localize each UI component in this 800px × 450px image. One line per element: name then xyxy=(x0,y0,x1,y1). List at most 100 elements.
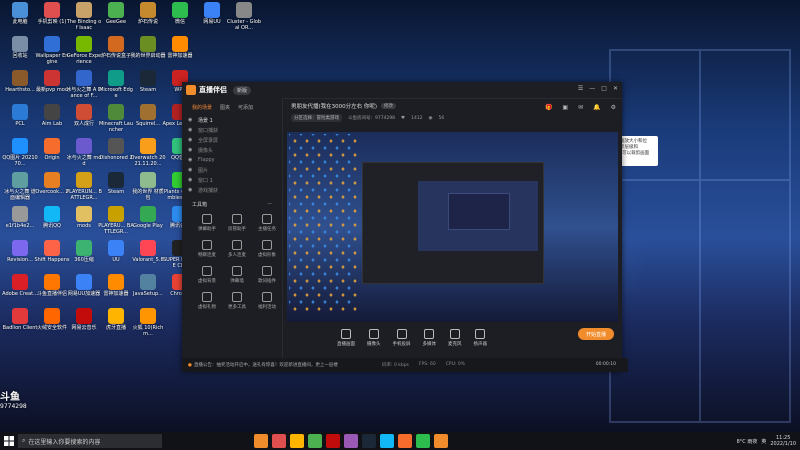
tool-button[interactable]: 虚拟背景 xyxy=(192,266,222,284)
desktop-icon[interactable]: 火狐 10(Richm... xyxy=(130,308,166,337)
minimize-icon[interactable]: — xyxy=(589,85,595,92)
visibility-icon[interactable]: ◉ xyxy=(188,117,194,123)
desktop-icon[interactable]: Cluster - Global OR... xyxy=(226,2,262,31)
desktop-icon[interactable]: PLAYERU... BATTLEGR... xyxy=(98,206,134,235)
visibility-icon[interactable]: ◉ xyxy=(188,187,194,193)
tool-button[interactable]: 更多工具 xyxy=(222,292,252,310)
tool-button[interactable]: 弹幕助手 xyxy=(192,214,222,232)
tool-button[interactable]: 福利活动 xyxy=(252,292,282,310)
source-control-button[interactable]: 摄像头 xyxy=(367,329,381,347)
close-icon[interactable]: ✕ xyxy=(613,85,618,92)
tool-button[interactable]: 多人连麦 xyxy=(222,240,252,258)
taskbar-app-icon[interactable] xyxy=(434,434,448,448)
desktop-icon[interactable]: 最新pvp mod xyxy=(34,70,70,93)
desktop-icon[interactable]: 网易UU加速器 xyxy=(66,274,102,297)
tab-addable[interactable]: 可添加 xyxy=(238,104,253,111)
desktop-icon[interactable]: Overwatch 2021.11.20... xyxy=(130,138,166,167)
maximize-icon[interactable]: □ xyxy=(601,85,607,92)
desktop-icon[interactable]: GeForce Experience xyxy=(66,36,102,65)
desktop-icon[interactable]: Steam xyxy=(130,70,166,93)
scene-item[interactable]: ◉ 窗口 1 xyxy=(188,175,276,185)
tab-my-scenes[interactable]: 我的场景 xyxy=(192,104,212,111)
desktop-icon[interactable]: Origin xyxy=(34,138,70,161)
tool-button[interactable]: 畅聊连麦 xyxy=(192,240,222,258)
desktop-icon[interactable]: Squirrel... xyxy=(130,104,166,127)
visibility-icon[interactable]: ◉ xyxy=(188,147,194,153)
desktop-icon[interactable]: Valorant_5.8 xyxy=(130,240,166,263)
desktop-icon[interactable]: Minecraft Launcher xyxy=(98,104,134,133)
desktop-icon[interactable]: 炉石传说盒子 xyxy=(98,36,134,59)
toolbox-more-icon[interactable]: ··· xyxy=(267,201,272,208)
desktop-icon[interactable]: 雷神加速器 xyxy=(162,36,198,59)
source-control-button[interactable]: 直播画面 xyxy=(337,329,355,347)
taskbar-app-icon[interactable] xyxy=(326,434,340,448)
desktop-icon[interactable]: 我的世界启动器 xyxy=(130,36,166,59)
desktop-icon[interactable]: Steam xyxy=(98,172,134,195)
ime-indicator[interactable]: 英 xyxy=(761,438,766,445)
scene-item[interactable]: ◉ 图片 xyxy=(188,165,276,175)
start-button[interactable] xyxy=(0,432,18,450)
desktop-icon[interactable]: Badlion Client xyxy=(2,308,38,331)
tool-button[interactable]: 虚拟礼物 xyxy=(192,292,222,310)
desktop-icon[interactable]: 虎牙直播 xyxy=(98,308,134,331)
desktop-icon[interactable]: 360压缩 xyxy=(66,240,102,263)
edit-title-button[interactable]: 修改 xyxy=(381,103,397,109)
source-control-button[interactable]: 扬声器 xyxy=(474,329,487,347)
scene-item[interactable]: ◉ 场景 1 xyxy=(188,115,276,125)
taskbar-search[interactable]: ⌕ 在这里输入你要搜索的内容 xyxy=(18,434,162,448)
desktop-icon[interactable]: 此电脑 xyxy=(2,2,38,25)
desktop-icon[interactable]: e1f1b4e2... xyxy=(2,206,38,229)
tool-button[interactable]: 弹幕墙 xyxy=(222,266,252,284)
desktop-icon[interactable]: 网易云音乐 xyxy=(66,308,102,331)
app-titlebar[interactable]: 直播伴侣 新版 ☰ — □ ✕ xyxy=(182,82,622,99)
desktop-icon[interactable]: 手机剪映 (1) xyxy=(34,2,70,25)
tool-button[interactable]: 歌词插件 xyxy=(252,266,282,284)
visibility-icon[interactable]: ◉ xyxy=(188,167,194,173)
tool-button[interactable]: 房管助手 xyxy=(222,214,252,232)
taskbar-app-icon[interactable] xyxy=(362,434,376,448)
desktop-icon[interactable]: mods xyxy=(66,206,102,229)
desktop-icon[interactable]: Shift Happens xyxy=(34,240,70,263)
taskbar-app-icon[interactable] xyxy=(398,434,412,448)
desktop-icon[interactable]: 回收站 xyxy=(2,36,38,59)
version-badge[interactable]: 新版 xyxy=(233,85,252,95)
desktop-icon[interactable]: 冰与火之舞 谱面编辑器 xyxy=(2,172,38,201)
scene-item[interactable]: ◉ 游戏捕获 xyxy=(188,185,276,195)
desktop-icon[interactable]: 微信 xyxy=(162,2,198,25)
desktop-icon[interactable]: Revision... xyxy=(2,240,38,263)
desktop-icon[interactable]: Adobe Creat... xyxy=(2,274,38,297)
desktop-icon[interactable]: 网易UU xyxy=(194,2,230,25)
scene-item[interactable]: ◉ 窗口捕获 xyxy=(188,125,276,135)
desktop-icon[interactable]: Google Play xyxy=(130,206,166,229)
taskbar-app-icon[interactable] xyxy=(416,434,430,448)
desktop-icon[interactable]: QQ图片 2021070... xyxy=(2,138,38,167)
desktop-icon[interactable]: Wallpaper Engine xyxy=(34,36,70,65)
desktop-icon[interactable]: 冰与火之舞 A Dance of F... xyxy=(66,70,102,99)
scene-item[interactable]: ◉ Flappy xyxy=(188,155,276,165)
desktop-icon[interactable]: Microsoft Edge xyxy=(98,70,134,99)
scene-item[interactable]: ◉ 全屏录屏 xyxy=(188,135,276,145)
category-select[interactable]: 分区选择：冒险类游戏 xyxy=(291,114,342,122)
desktop-icon[interactable]: 炉石传说 xyxy=(130,2,166,25)
menu-icon[interactable]: ☰ xyxy=(578,85,583,92)
desktop-icon[interactable]: UU xyxy=(98,240,134,263)
tool-button[interactable]: 虚拟形象 xyxy=(252,240,282,258)
taskbar-app-icon[interactable] xyxy=(290,434,304,448)
desktop-icon[interactable]: The Binding of Isaac xyxy=(66,2,102,31)
desktop-icon[interactable]: Aim Lab xyxy=(34,104,70,127)
stream-preview-canvas[interactable] xyxy=(287,132,618,322)
taskbar-app-icon[interactable] xyxy=(254,434,268,448)
room-title[interactable]: 男朋友代播(我在3000分左右 你呢) xyxy=(291,102,377,110)
desktop-icon[interactable]: 腾讯QQ xyxy=(34,206,70,229)
desktop-icon[interactable]: PLAYERUN... BATTLEGR... xyxy=(66,172,102,201)
desktop-icon[interactable]: 冰与火之舞 mod xyxy=(66,138,102,167)
desktop-icon[interactable]: 雷神加速器 xyxy=(98,274,134,297)
desktop-icon[interactable]: 双人成行 xyxy=(66,104,102,127)
desktop-icon[interactable]: 火绒安全软件 xyxy=(34,308,70,331)
desktop-icon[interactable]: PCL xyxy=(2,104,38,127)
taskbar-app-icon[interactable] xyxy=(380,434,394,448)
taskbar-app-icon[interactable] xyxy=(308,434,322,448)
visibility-icon[interactable]: ◉ xyxy=(188,177,194,183)
source-control-button[interactable]: 多媒体 xyxy=(423,329,436,347)
tool-button[interactable]: 主播任务 xyxy=(252,214,282,232)
